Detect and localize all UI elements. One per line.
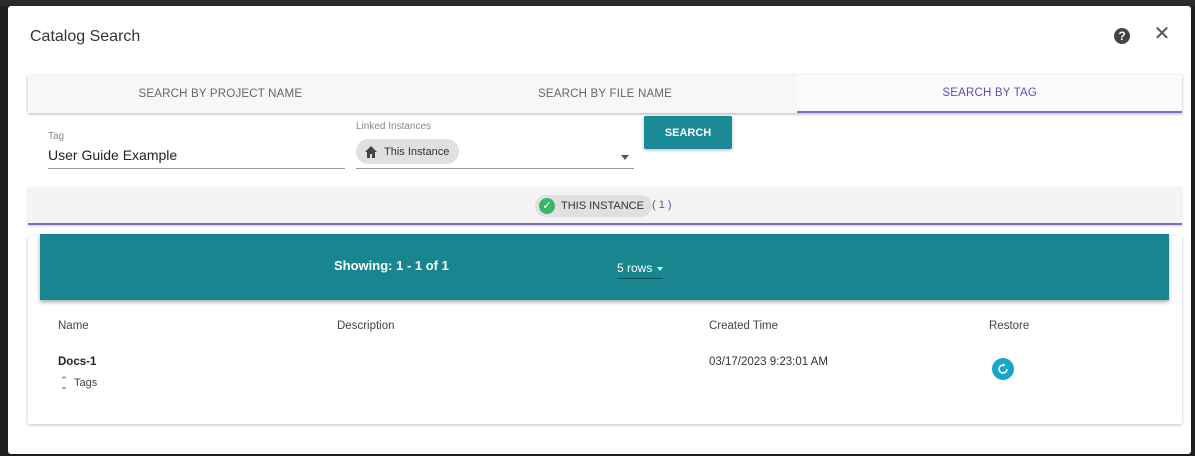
linked-instance-chip[interactable]: This Instance xyxy=(356,139,460,164)
home-icon xyxy=(365,145,377,158)
instance-filter-bar: ✓ THIS INSTANCE ( 1 ) xyxy=(28,187,1182,225)
refresh-icon xyxy=(998,363,1008,374)
results-header-bar: Showing: 1 - 1 of 1 5 rows xyxy=(40,234,1169,300)
instance-count: ( 1 ) xyxy=(652,199,672,211)
linked-instance-chip-label: This Instance xyxy=(384,145,450,158)
tag-input[interactable]: User Guide Example xyxy=(48,147,177,163)
showing-count: Showing: 1 - 1 of 1 xyxy=(334,258,449,273)
row-created-time: 03/17/2023 9:23:01 AM xyxy=(709,356,828,368)
column-header-restore: Restore xyxy=(989,320,1030,332)
search-button[interactable]: SEARCH xyxy=(644,116,732,149)
linked-instances-underline xyxy=(356,168,634,169)
column-header-description: Description xyxy=(337,320,395,332)
catalog-search-dialog: Catalog Search ? ✕ SEARCH BY PROJECT NAM… xyxy=(8,6,1191,454)
tag-field-label: Tag xyxy=(48,131,65,142)
check-circle-icon: ✓ xyxy=(539,198,555,214)
tags-toggle[interactable]: ⌃ ⌄ Tags xyxy=(58,375,98,391)
tag-input-underline xyxy=(48,168,345,169)
restore-icon[interactable] xyxy=(992,358,1014,380)
chevron-down-icon[interactable] xyxy=(621,155,629,160)
linked-instances-label: Linked Instances xyxy=(356,121,432,132)
column-header-name: Name xyxy=(58,320,89,332)
rows-per-page-value: 5 rows xyxy=(617,261,653,275)
close-icon[interactable]: ✕ xyxy=(1152,24,1172,44)
row-name: Docs-1 xyxy=(58,356,97,368)
this-instance-chip[interactable]: ✓ THIS INSTANCE xyxy=(535,195,652,217)
tab-search-by-tag[interactable]: SEARCH BY TAG xyxy=(797,75,1183,113)
chevron-down-icon xyxy=(657,266,664,271)
search-tabs: SEARCH BY PROJECT NAME SEARCH BY FILE NA… xyxy=(28,75,1183,113)
tab-search-by-project-name[interactable]: SEARCH BY PROJECT NAME xyxy=(28,75,413,113)
dialog-title: Catalog Search xyxy=(30,28,141,45)
expand-toggle-icon: ⌃ ⌄ xyxy=(60,375,68,391)
tab-search-by-file-name[interactable]: SEARCH BY FILE NAME xyxy=(413,75,798,113)
column-header-created-time: Created Time xyxy=(709,320,779,332)
this-instance-chip-label: THIS INSTANCE xyxy=(561,200,644,212)
rows-per-page-select[interactable]: 5 rows xyxy=(617,261,664,279)
help-icon[interactable]: ? xyxy=(1114,28,1130,44)
tags-label: Tags xyxy=(74,377,98,389)
